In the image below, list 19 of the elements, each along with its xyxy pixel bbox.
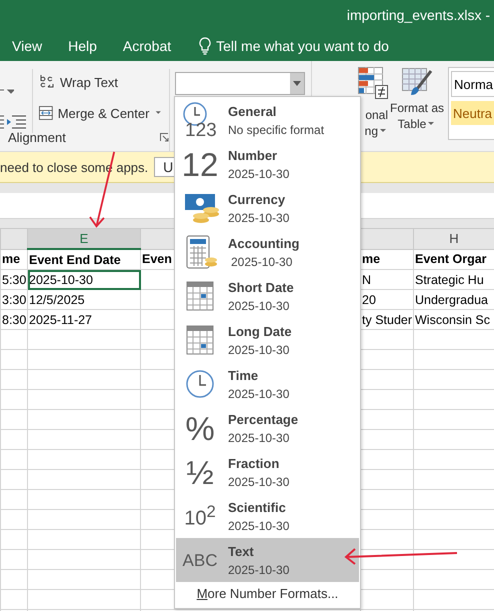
format-sample: No specific format <box>228 122 324 136</box>
format-sample: 2025-10-30 <box>230 254 294 268</box>
format-sample: 2025-10-30 <box>228 210 290 224</box>
format-glyph: % <box>185 412 215 444</box>
group-label: Alignment <box>8 130 66 145</box>
format-sample: 2025-10-30 <box>228 342 290 356</box>
format-sample: 2025-10-30 <box>228 166 290 180</box>
format-sample: 2025-10-30 <box>228 430 290 444</box>
format-glyph: 123 <box>185 121 217 140</box>
format-sample: 2025-10-30 <box>228 386 290 400</box>
format-sample: 2025-10-30 <box>228 298 290 312</box>
format-glyph: 12 <box>182 148 218 180</box>
format-glyph: ABC <box>182 552 218 568</box>
window-title: importing_events.xlsx - <box>346 7 490 23</box>
format-sample: 2025-10-30 <box>228 474 290 488</box>
format-sample: 2025-10-30 <box>228 562 290 576</box>
format-sample: 2025-10-30 <box>228 518 290 532</box>
format-glyph: 10$^{2}$ <box>184 504 216 528</box>
format-glyph: ½ <box>186 456 214 488</box>
